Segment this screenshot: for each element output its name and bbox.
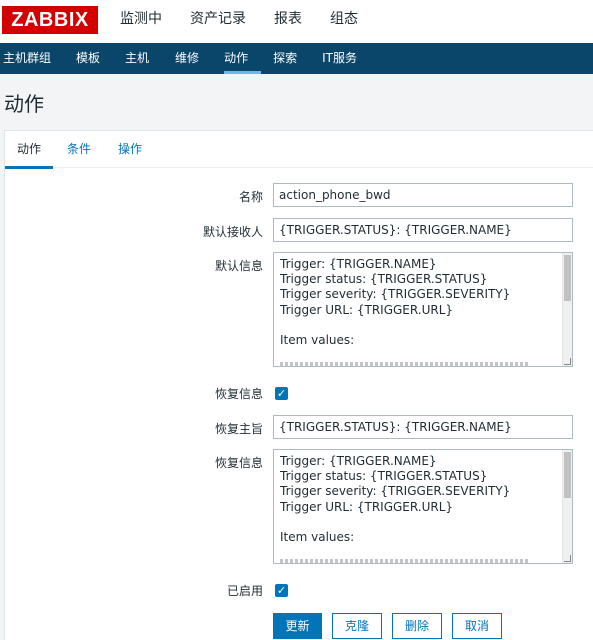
top-bar: ZABBIX 监测中 资产记录 报表 组态 (0, 0, 593, 43)
sub-menu-discovery[interactable]: 探索 (273, 43, 322, 74)
recovery-subject-input[interactable]: {TRIGGER.STATUS}: {TRIGGER.NAME} (273, 415, 573, 439)
delete-button[interactable]: 删除 (392, 613, 442, 639)
update-button[interactable]: 更新 (273, 613, 322, 639)
default-recipient-input[interactable]: {TRIGGER.STATUS}: {TRIGGER.NAME} (273, 218, 573, 242)
cancel-button[interactable]: 取消 (452, 613, 502, 639)
sub-menu-maintenance[interactable]: 维修 (175, 43, 224, 74)
name-input[interactable]: action_phone_bwd (273, 183, 573, 207)
action-form-card: 动作 条件 操作 名称 action_phone_bwd 默认接收人 {TRIG… (4, 130, 593, 640)
tab-bar: 动作 条件 操作 (4, 131, 593, 169)
sub-menu-host-groups[interactable]: 主机群组 (3, 43, 76, 74)
recovery-text-label: 恢复信息 (214, 456, 263, 470)
default-message-resize-handle[interactable] (564, 358, 571, 365)
name-label: 名称 (238, 190, 263, 204)
page-title: 动作 (4, 92, 44, 116)
zabbix-logo[interactable]: ZABBIX (2, 6, 98, 34)
recovery-text-resize-handle[interactable] (564, 555, 571, 562)
tab-conditions[interactable]: 条件 (67, 131, 91, 168)
recovery-text-scrollbar[interactable] (562, 450, 572, 563)
recovery-message-label: 恢复信息 (214, 387, 263, 401)
recovery-subject-label: 恢复主旨 (214, 422, 263, 436)
enabled-label: 已启用 (226, 584, 263, 598)
tab-operations[interactable]: 操作 (118, 131, 142, 168)
sub-menu: 主机群组 模板 主机 维修 动作 探索 IT服务 (0, 43, 593, 74)
recovery-message-checkbox[interactable]: ✓ (275, 387, 288, 400)
sub-menu-it-services[interactable]: IT服务 (322, 43, 369, 74)
default-recipient-label: 默认接收人 (202, 225, 263, 239)
main-menu-inventory[interactable]: 资产记录 (176, 0, 260, 43)
check-icon: ✓ (276, 387, 287, 400)
main-menu-reports[interactable]: 报表 (260, 0, 316, 43)
default-message-scrollbar[interactable] (562, 253, 572, 366)
clone-button[interactable]: 克隆 (332, 613, 382, 639)
default-message-overflow-line (280, 362, 530, 366)
tab-action[interactable]: 动作 (4, 131, 54, 169)
default-message-label: 默认信息 (214, 259, 263, 273)
main-menu-configuration[interactable]: 组态 (316, 0, 372, 43)
default-message-textarea[interactable]: Trigger: {TRIGGER.NAME} Trigger status: … (273, 252, 573, 367)
main-menu-monitoring[interactable]: 监测中 (106, 0, 176, 43)
recovery-text-overflow-line (280, 559, 530, 563)
sub-menu-hosts[interactable]: 主机 (125, 43, 175, 74)
recovery-text-content: Trigger: {TRIGGER.NAME} Trigger status: … (280, 454, 511, 545)
main-menu: 监测中 资产记录 报表 组态 (106, 0, 372, 43)
recovery-text-textarea[interactable]: Trigger: {TRIGGER.NAME} Trigger status: … (273, 449, 573, 564)
default-message-text: Trigger: {TRIGGER.NAME} Trigger status: … (280, 257, 511, 348)
sub-menu-actions[interactable]: 动作 (224, 43, 273, 74)
enabled-checkbox[interactable]: ✓ (275, 584, 288, 597)
check-icon: ✓ (276, 584, 287, 597)
sub-menu-templates[interactable]: 模板 (76, 43, 125, 74)
